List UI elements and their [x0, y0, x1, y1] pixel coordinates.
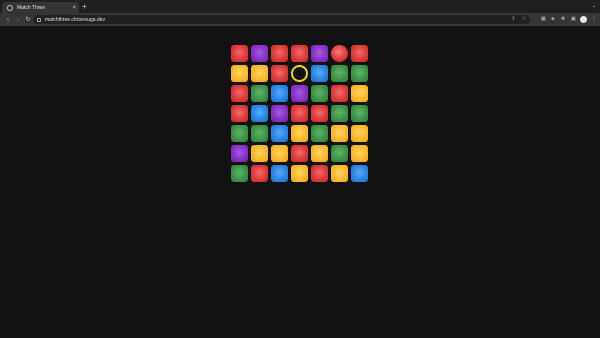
url-text: matchthree.chrisvouga.dev: [45, 16, 106, 23]
tile-r1-c4-blue[interactable]: [311, 65, 328, 82]
tile-r3-c3-red[interactable]: [291, 105, 308, 122]
tile-r0-c3-red[interactable]: [291, 45, 308, 62]
new-tab-button[interactable]: +: [82, 3, 87, 11]
profile-avatar[interactable]: [580, 16, 587, 23]
tile-r0-c2-red[interactable]: [271, 45, 288, 62]
game-board: [231, 45, 370, 184]
tile-r2-c0-red[interactable]: [231, 85, 248, 102]
reload-button[interactable]: ↻: [24, 16, 32, 24]
tile-r5-c0-purple[interactable]: [231, 145, 248, 162]
tile-r0-c1-purple[interactable]: [251, 45, 268, 62]
tab-strip: Match Three × + ⌄: [0, 0, 600, 13]
tile-r6-c1-red[interactable]: [251, 165, 268, 182]
side-panel-icon[interactable]: ▣: [571, 15, 576, 24]
tile-r1-c0-yellow[interactable]: [231, 65, 248, 82]
tile-r3-c0-red[interactable]: [231, 105, 248, 122]
browser-menu-icon[interactable]: ⋮: [591, 15, 597, 24]
tile-r6-c4-red[interactable]: [311, 165, 328, 182]
tile-r6-c6-blue[interactable]: [351, 165, 368, 182]
tile-r3-c4-red[interactable]: [311, 105, 328, 122]
tile-r4-c3-yellow[interactable]: [291, 125, 308, 142]
tile-r5-c2-yellow[interactable]: [271, 145, 288, 162]
tile-r1-c6-green[interactable]: [351, 65, 368, 82]
tab-title: Match Three: [17, 4, 45, 11]
tile-r3-c1-blue[interactable]: [251, 105, 268, 122]
tile-r2-c1-green[interactable]: [251, 85, 268, 102]
tile-r4-c4-green[interactable]: [311, 125, 328, 142]
extension-icon[interactable]: ◈: [551, 15, 555, 24]
tile-r3-c5-green[interactable]: [331, 105, 348, 122]
extension-icon[interactable]: ▦: [541, 15, 546, 24]
tile-r0-c0-red[interactable]: [231, 45, 248, 62]
tile-r6-c2-blue[interactable]: [271, 165, 288, 182]
tile-r5-c3-red[interactable]: [291, 145, 308, 162]
tile-r6-c0-green[interactable]: [231, 165, 248, 182]
forward-button[interactable]: ›: [14, 16, 22, 24]
share-icon[interactable]: ⇪: [511, 16, 515, 23]
tile-r0-c4-purple[interactable]: [311, 45, 328, 62]
tile-r5-c4-yellow[interactable]: [311, 145, 328, 162]
tile-r4-c5-yellow[interactable]: [331, 125, 348, 142]
tile-r5-c1-yellow[interactable]: [251, 145, 268, 162]
tile-r2-c5-red[interactable]: [331, 85, 348, 102]
tab-close-icon[interactable]: ×: [72, 5, 76, 11]
tab-match-three[interactable]: Match Three ×: [2, 2, 79, 13]
selected-tile-r1-c3[interactable]: [291, 65, 308, 82]
tile-r6-c5-yellow[interactable]: [331, 165, 348, 182]
tile-r4-c6-yellow[interactable]: [351, 125, 368, 142]
tile-r2-c4-green[interactable]: [311, 85, 328, 102]
tile-r2-c3-purple[interactable]: [291, 85, 308, 102]
back-button[interactable]: ‹: [4, 16, 12, 24]
globe-icon: [7, 4, 13, 11]
lock-icon[interactable]: [37, 17, 41, 22]
tile-r5-c5-green[interactable]: [331, 145, 348, 162]
tile-r3-c6-green[interactable]: [351, 105, 368, 122]
tile-r0-c6-red[interactable]: [351, 45, 368, 62]
tile-r4-c2-blue[interactable]: [271, 125, 288, 142]
tile-r1-c2-red[interactable]: [271, 65, 288, 82]
tile-r6-c3-yellow[interactable]: [291, 165, 308, 182]
tile-r2-c6-yellow[interactable]: [351, 85, 368, 102]
tile-r0-c5-red[interactable]: [331, 45, 348, 62]
tile-r2-c2-blue[interactable]: [271, 85, 288, 102]
tab-search-button[interactable]: ⌄: [592, 3, 596, 9]
address-bar[interactable]: matchthree.chrisvouga.dev ⇪ ☆: [33, 15, 530, 24]
bookmark-star-icon[interactable]: ☆: [522, 16, 526, 23]
tile-r3-c2-purple[interactable]: [271, 105, 288, 122]
extensions-puzzle-icon[interactable]: ✤: [561, 15, 565, 24]
tile-r5-c6-yellow[interactable]: [351, 145, 368, 162]
tile-r1-c5-green[interactable]: [331, 65, 348, 82]
tile-r4-c0-green[interactable]: [231, 125, 248, 142]
tile-r4-c1-green[interactable]: [251, 125, 268, 142]
tile-r1-c1-yellow[interactable]: [251, 65, 268, 82]
